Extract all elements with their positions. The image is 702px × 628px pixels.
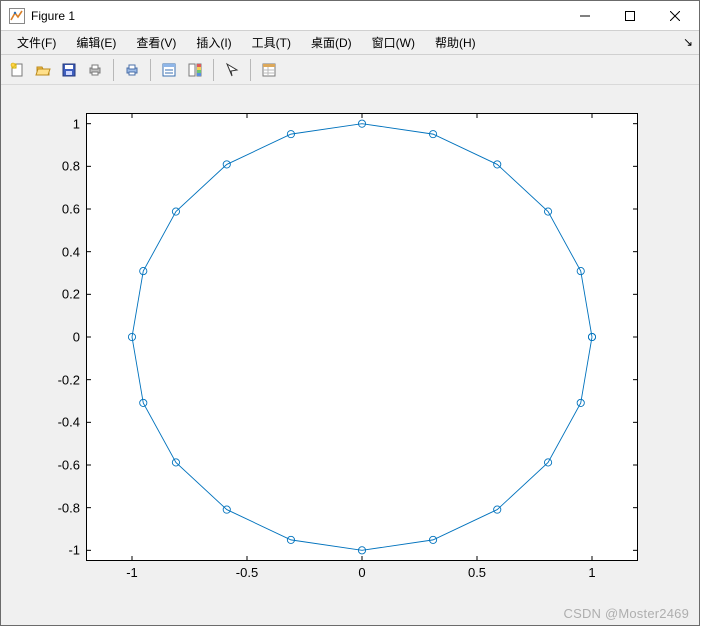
menu-file[interactable]: 文件(F) — [7, 31, 66, 54]
plot-canvas — [1, 85, 699, 625]
y-tick-label: 0.6 — [62, 202, 80, 217]
toolbar-separator — [213, 59, 214, 81]
toolbar — [1, 55, 699, 85]
y-tick-label: 0.2 — [62, 287, 80, 302]
menu-help[interactable]: 帮助(H) — [425, 31, 486, 54]
menu-desktop[interactable]: 桌面(D) — [301, 31, 362, 54]
toolbar-separator — [113, 59, 114, 81]
insert-colorbar-button[interactable] — [183, 58, 207, 82]
open-button[interactable] — [31, 58, 55, 82]
link-plot-button[interactable] — [157, 58, 181, 82]
menu-insert[interactable]: 插入(I) — [186, 31, 241, 54]
titlebar: Figure 1 — [1, 1, 699, 31]
menubar: 文件(F) 编辑(E) 查看(V) 插入(I) 工具(T) 桌面(D) 窗口(W… — [1, 31, 699, 55]
y-tick-label: 1 — [73, 116, 80, 131]
y-tick-label: 0.4 — [62, 244, 80, 259]
y-tick-label: 0 — [73, 330, 80, 345]
matlab-figure-icon — [9, 8, 25, 24]
save-button[interactable] — [57, 58, 81, 82]
figure-window: Figure 1 文件(F) 编辑(E) 查看(V) 插入(I) 工具(T) 桌… — [0, 0, 700, 626]
y-tick-label: -0.6 — [58, 458, 80, 473]
menu-view[interactable]: 查看(V) — [126, 31, 186, 54]
watermark: CSDN @Moster2469 — [564, 606, 690, 621]
x-tick-label: 0 — [358, 565, 365, 580]
y-tick-label: -0.4 — [58, 415, 80, 430]
property-inspector-button[interactable] — [257, 58, 281, 82]
dock-arrow-icon[interactable]: ↘ — [683, 35, 693, 49]
x-tick-label: 1 — [588, 565, 595, 580]
window-title: Figure 1 — [31, 9, 562, 23]
menu-window[interactable]: 窗口(W) — [362, 31, 425, 54]
y-tick-label: -0.2 — [58, 372, 80, 387]
print-preview-button[interactable] — [120, 58, 144, 82]
maximize-button[interactable] — [607, 1, 652, 30]
menu-edit[interactable]: 编辑(E) — [66, 31, 126, 54]
x-tick-label: 0.5 — [468, 565, 486, 580]
x-tick-label: -0.5 — [236, 565, 258, 580]
figure-area[interactable]: -1 -0.5 0 0.5 1 -1 -0.8 -0.6 -0.4 -0.2 0 0.2 0.4 0.6 0… — [1, 85, 699, 625]
y-tick-label: -1 — [68, 543, 80, 558]
edit-plot-button[interactable] — [220, 58, 244, 82]
toolbar-separator — [150, 59, 151, 81]
close-button[interactable] — [652, 1, 697, 30]
y-tick-label: -0.8 — [58, 500, 80, 515]
menu-tools[interactable]: 工具(T) — [242, 31, 301, 54]
print-button[interactable] — [83, 58, 107, 82]
x-tick-label: -1 — [126, 565, 138, 580]
y-tick-label: 0.8 — [62, 159, 80, 174]
toolbar-separator — [250, 59, 251, 81]
minimize-button[interactable] — [562, 1, 607, 30]
new-figure-button[interactable] — [5, 58, 29, 82]
